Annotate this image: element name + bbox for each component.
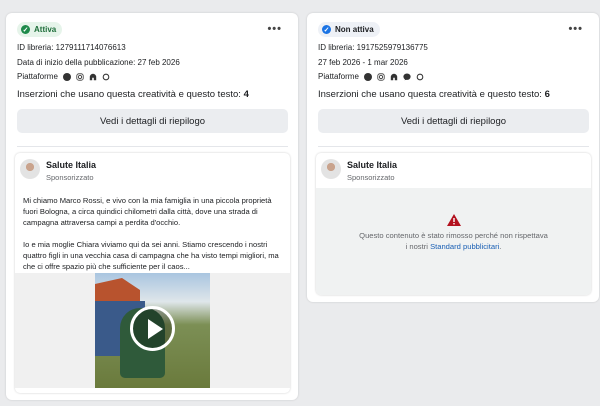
check-icon: ✓: [21, 25, 30, 34]
library-id: ID libreria: 1917525979136775: [318, 43, 428, 52]
instagram-icon: [377, 72, 385, 81]
sponsored-label: Sponsorizzato: [347, 173, 395, 182]
threads-icon: [102, 73, 110, 80]
removed-suffix: .: [499, 242, 502, 251]
avatar[interactable]: [20, 159, 40, 179]
threads-icon: [416, 73, 424, 80]
ad-paragraph: Mi chiamo Marco Rossi, e vivo con la mia…: [23, 196, 272, 227]
divider: [17, 146, 288, 147]
ads-count: Inserzioni che usano questa creatività e…: [17, 89, 249, 100]
audience-network-icon: [390, 73, 398, 80]
removed-notice: Questo contenuto è stato rimosso perché …: [316, 188, 591, 295]
start-date: Data di inizio della pubblicazione: 27 f…: [17, 58, 180, 67]
divider: [318, 146, 589, 147]
more-options-button[interactable]: •••: [568, 23, 583, 35]
platforms-label: Piattaforme: [318, 72, 359, 81]
play-icon[interactable]: [130, 306, 175, 351]
platforms: Piattaforme: [17, 72, 110, 81]
date-range: 27 feb 2026 - 1 mar 2026: [318, 58, 408, 67]
see-summary-button[interactable]: Vedi i dettagli di riepilogo: [17, 109, 288, 133]
video-thumbnail: [95, 273, 210, 388]
status-badge: ✓ Non attiva: [318, 22, 380, 37]
status-label: Non attiva: [335, 25, 374, 34]
more-options-button[interactable]: •••: [267, 23, 282, 35]
audience-network-icon: [89, 73, 97, 80]
ad-card-active: ✓ Attiva ••• ID libreria: 127911171407661…: [6, 13, 298, 400]
removed-text: Questo contenuto è stato rimosso perché …: [359, 231, 548, 240]
facebook-icon: [62, 72, 71, 81]
ads-count: Inserzioni che usano questa creatività e…: [318, 89, 550, 100]
sponsored-label: Sponsorizzato: [46, 173, 94, 182]
library-id: ID libreria: 1279111714076613: [17, 43, 126, 52]
status-label: Attiva: [34, 25, 57, 34]
check-icon: ✓: [322, 25, 331, 34]
ad-standards-link[interactable]: Standard pubblicitari: [430, 242, 499, 251]
removed-prefix: i nostri: [405, 242, 428, 251]
status-badge: ✓ Attiva: [17, 22, 63, 37]
platforms: Piattaforme: [318, 72, 424, 81]
messenger-icon: [403, 72, 411, 80]
platforms-label: Piattaforme: [17, 72, 58, 81]
instagram-icon: [76, 72, 84, 81]
facebook-icon: [363, 72, 372, 81]
page-name[interactable]: Salute Italia: [46, 160, 96, 170]
see-summary-button[interactable]: Vedi i dettagli di riepilogo: [318, 109, 589, 133]
video-player[interactable]: [15, 273, 290, 388]
ad-preview: Salute Italia Sponsorizzato Questo conte…: [316, 153, 591, 295]
avatar[interactable]: [321, 159, 341, 179]
ad-preview: Salute Italia Sponsorizzato Mi chiamo Ma…: [15, 153, 290, 393]
ad-paragraph: Io e mia moglie Chiara viviamo qui da se…: [23, 240, 279, 271]
ad-card-inactive: ✓ Non attiva ••• ID libreria: 19175259791…: [307, 13, 599, 302]
page-name[interactable]: Salute Italia: [347, 160, 397, 170]
warning-icon: [446, 214, 461, 226]
ad-body: Mi chiamo Marco Rossi, e vivo con la mia…: [23, 195, 284, 283]
